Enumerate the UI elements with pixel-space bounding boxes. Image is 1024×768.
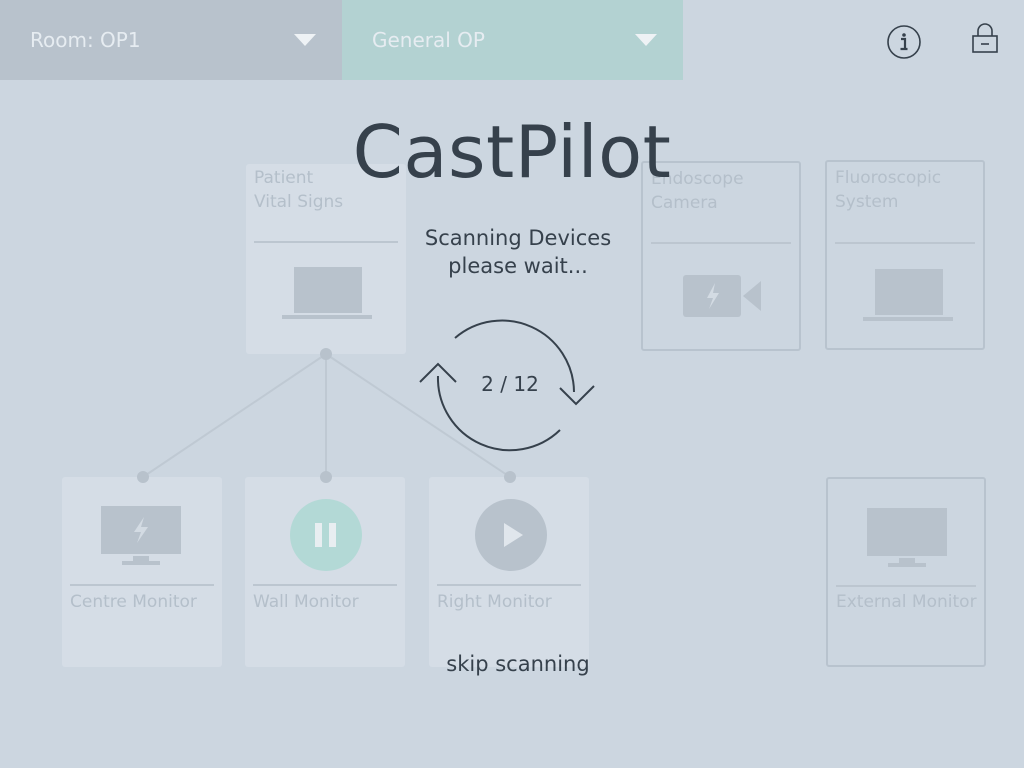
device-label: Right Monitor — [437, 592, 552, 612]
device-label: External Monitor — [836, 592, 977, 612]
device-card-right-monitor[interactable]: Right Monitor — [429, 477, 589, 667]
device-label: Centre Monitor — [70, 592, 197, 612]
camera-icon — [683, 275, 761, 317]
connection-node — [320, 348, 332, 360]
device-card-wall-monitor[interactable]: Wall Monitor — [245, 477, 405, 667]
scanning-message: Scanning Devices please wait... — [400, 224, 636, 280]
divider — [836, 585, 976, 587]
divider — [70, 584, 214, 586]
scanning-line-1: Scanning Devices — [424, 226, 612, 250]
connection-node — [137, 471, 149, 483]
laptop-icon — [863, 269, 953, 321]
connection-node — [320, 471, 332, 483]
pause-icon — [290, 499, 362, 571]
divider — [437, 584, 581, 586]
scan-progress-counter: 2 / 12 — [481, 372, 539, 396]
monitor-icon — [867, 508, 947, 567]
device-card-external-monitor[interactable]: External Monitor — [826, 477, 986, 667]
device-label: Wall Monitor — [253, 592, 359, 612]
skip-scanning-button[interactable]: skip scanning — [420, 652, 616, 676]
divider — [835, 242, 975, 244]
app-title: CastPilot — [352, 110, 672, 194]
scanning-line-2: please wait... — [448, 254, 588, 278]
connection-node — [504, 471, 516, 483]
divider — [651, 242, 791, 244]
divider — [253, 584, 397, 586]
divider — [254, 241, 398, 243]
play-icon — [475, 499, 547, 571]
device-card-centre-monitor[interactable]: Centre Monitor — [62, 477, 222, 667]
laptop-icon — [282, 267, 372, 319]
monitor-icon — [101, 506, 181, 565]
